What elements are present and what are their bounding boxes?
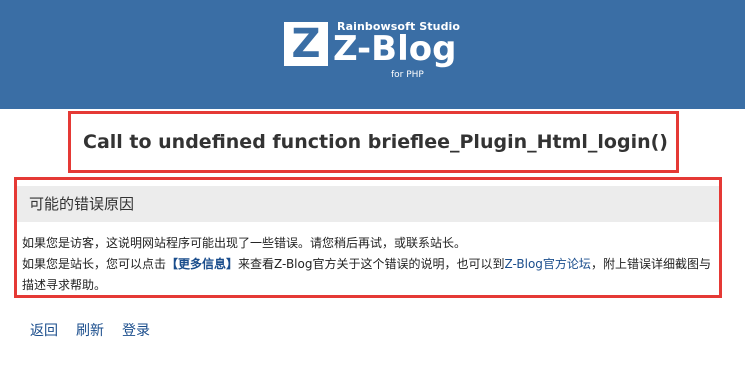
footer-links: 返回 刷新 登录 (30, 322, 168, 340)
logo-brand-text: Z-Blog (333, 29, 457, 69)
site-header: Z Rainbowsoft Studio Z-Blog for PHP (0, 0, 745, 109)
more-info-link[interactable]: 【更多信息】 (166, 257, 238, 271)
error-reason-box: 可能的错误原因 如果您是访客，这说明网站程序可能出现了一些错误。请您稍后再试，或… (14, 177, 722, 298)
login-link[interactable]: 登录 (122, 323, 150, 339)
admin-message: 如果您是站长，您可以点击【更多信息】来查看Z-Blog官方关于这个错误的说明，也… (22, 254, 712, 296)
back-link[interactable]: 返回 (30, 323, 58, 339)
admin-message-prefix: 如果您是站长，您可以点击 (22, 257, 167, 271)
logo-sub-text: for PHP (391, 70, 424, 80)
forum-link[interactable]: Z-Blog官方论坛 (504, 257, 590, 271)
refresh-link[interactable]: 刷新 (76, 323, 104, 339)
visitor-message: 如果您是访客，这说明网站程序可能出现了一些错误。请您稍后再试，或联系站长。 (22, 236, 467, 250)
admin-message-middle: 来查看Z-Blog官方关于这个错误的说明，也可以到 (238, 257, 505, 271)
reason-heading: 可能的错误原因 (29, 195, 135, 213)
error-title: Call to undefined function brieflee_Plug… (83, 131, 668, 153)
reason-body: 如果您是访客，这说明网站程序可能出现了一些错误。请您稍后再试，或联系站长。 如果… (22, 233, 712, 296)
reason-heading-bar: 可能的错误原因 (17, 186, 719, 222)
logo-letter: Z (291, 21, 321, 67)
error-title-box: Call to undefined function brieflee_Plug… (68, 111, 679, 173)
zblog-logo-icon: Z (284, 22, 328, 66)
